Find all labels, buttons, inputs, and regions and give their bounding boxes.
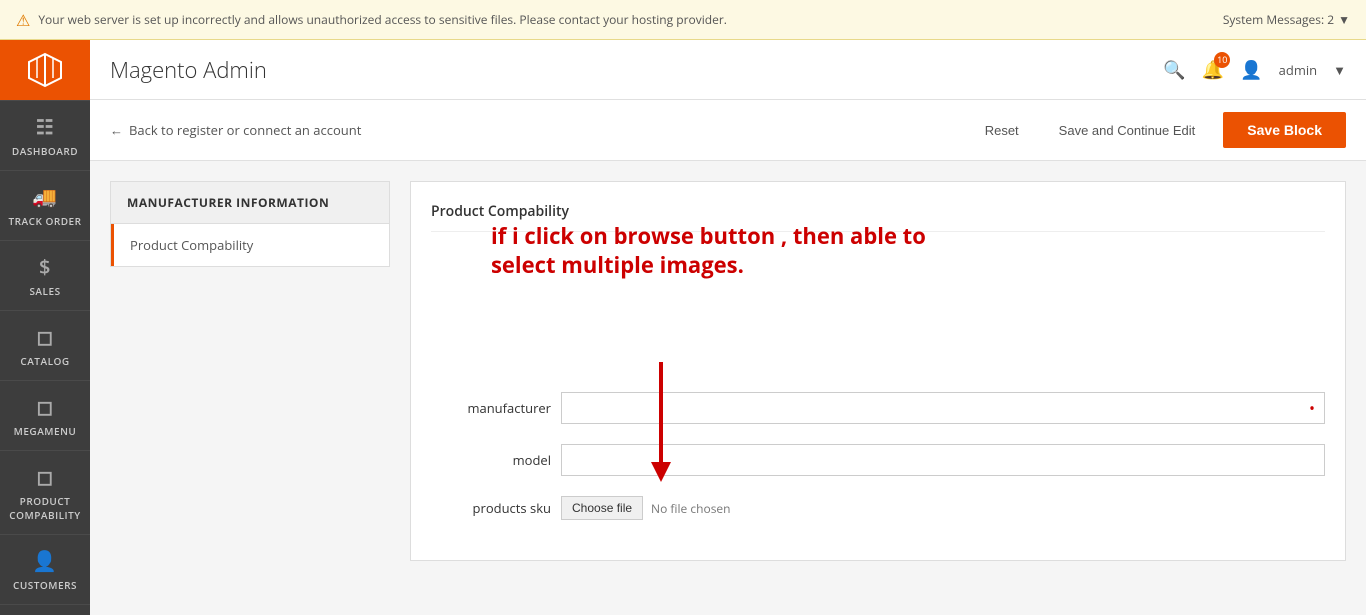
header-actions: 🔍 🔔 10 👤 admin ▼	[1163, 58, 1346, 82]
sidebar-item-catalog[interactable]: ◻ CATALOG	[0, 310, 90, 380]
no-file-chosen-text: No file chosen	[651, 500, 730, 517]
dropdown-icon: ▼	[1338, 11, 1350, 28]
page-header: Magento Admin 🔍 🔔 10 👤 admin ▼	[90, 40, 1366, 100]
catalog-icon: ◻	[36, 323, 53, 350]
sidebar-item-customers[interactable]: 👤 CUSTOMERS	[0, 534, 90, 604]
right-panel: if i click on browse button , then able …	[410, 181, 1346, 561]
content-area: Magento Admin 🔍 🔔 10 👤 admin ▼ ← Back to…	[90, 40, 1366, 615]
manufacturer-field-row: manufacturer •	[431, 392, 1325, 424]
admin-menu[interactable]: admin	[1279, 61, 1317, 79]
notifications-button[interactable]: 🔔 10	[1202, 58, 1224, 82]
megamenu-icon: ◻	[36, 393, 53, 420]
left-panel: MANUFACTURER INFORMATION Product Compabi…	[110, 181, 390, 267]
user-icon: 👤	[1240, 58, 1262, 82]
file-input-group: Choose file No file chosen	[561, 496, 731, 520]
model-field-row: model	[431, 444, 1325, 476]
system-messages-label: System Messages: 2	[1223, 11, 1334, 28]
warning-message: ⚠ Your web server is set up incorrectly …	[16, 9, 727, 31]
manufacturer-label: manufacturer	[431, 399, 551, 417]
sidebar-label-track-order: TRACK ORDER	[8, 214, 81, 228]
sidebar-item-megamenu[interactable]: ◻ MEGAMENU	[0, 380, 90, 450]
sidebar-label-catalog: CATALOG	[20, 354, 69, 368]
product-compability-icon: ◻	[36, 463, 53, 490]
dashboard-icon: ☷	[36, 113, 54, 140]
admin-dropdown-icon[interactable]: ▼	[1333, 61, 1346, 79]
sales-icon: $	[39, 253, 51, 280]
logo[interactable]	[0, 40, 90, 100]
warning-text: Your web server is set up incorrectly an…	[38, 11, 727, 28]
save-block-button[interactable]: Save Block	[1223, 112, 1346, 148]
sidebar-label-customers: CUSTOMERS	[13, 578, 77, 592]
back-link[interactable]: ← Back to register or connect an account	[110, 121, 361, 139]
sidebar-label-megamenu: MEGAMENU	[14, 424, 77, 438]
products-sku-field-row: products sku Choose file No file chosen	[431, 496, 1325, 520]
back-arrow-icon: ←	[110, 121, 123, 139]
left-panel-item-product-compability[interactable]: Product Compability	[111, 224, 389, 266]
track-order-icon: 🚚	[32, 183, 57, 210]
sidebar-label-product-compability: PRODUCT COMPABILITY	[4, 494, 86, 522]
section-title: Product Compability	[431, 202, 1325, 232]
warning-bar: ⚠ Your web server is set up incorrectly …	[0, 0, 1366, 40]
reset-button[interactable]: Reset	[973, 115, 1031, 146]
page-title: Magento Admin	[110, 55, 267, 85]
sidebar-item-marketing[interactable]: 📢 MARKETING	[0, 604, 90, 615]
sidebar-item-sales[interactable]: $ SALES	[0, 240, 90, 310]
model-input[interactable]	[561, 444, 1325, 476]
page-content: ← Back to register or connect an account…	[90, 100, 1366, 615]
sidebar-item-dashboard[interactable]: ☷ DASHBOARD	[0, 100, 90, 170]
products-sku-label: products sku	[431, 499, 551, 517]
sidebar-label-sales: SALES	[29, 284, 60, 298]
sidebar-item-product-compability[interactable]: ◻ PRODUCT COMPABILITY	[0, 450, 90, 534]
left-panel-header: MANUFACTURER INFORMATION	[111, 182, 389, 224]
sidebar-label-dashboard: DASHBOARD	[12, 144, 78, 158]
sidebar-item-track-order[interactable]: 🚚 TRACK ORDER	[0, 170, 90, 240]
choose-file-button[interactable]: Choose file	[561, 496, 643, 520]
action-bar: ← Back to register or connect an account…	[90, 100, 1366, 161]
manufacturer-input[interactable]	[561, 392, 1325, 424]
system-messages[interactable]: System Messages: 2 ▼	[1223, 11, 1350, 28]
back-link-label: Back to register or connect an account	[129, 121, 361, 139]
search-button[interactable]: 🔍	[1163, 58, 1185, 82]
customers-icon: 👤	[32, 547, 57, 574]
save-continue-button[interactable]: Save and Continue Edit	[1047, 115, 1208, 146]
page-body: MANUFACTURER INFORMATION Product Compabi…	[90, 161, 1366, 581]
warning-icon: ⚠	[16, 9, 30, 31]
notification-badge: 10	[1214, 52, 1230, 68]
model-label: model	[431, 451, 551, 469]
required-indicator: •	[1309, 397, 1315, 419]
sidebar: ☷ DASHBOARD 🚚 TRACK ORDER $ SALES ◻ CATA…	[0, 40, 90, 615]
